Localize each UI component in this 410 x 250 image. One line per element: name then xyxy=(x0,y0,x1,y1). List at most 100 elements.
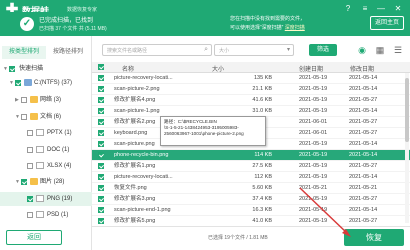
tree-item-label: 网络 (3) xyxy=(40,97,62,103)
file-type-tree: ▼ 快速扫描 ▼ C:(NTFS) (37) ▶ 网络 (3) ▼ 文档 (6)… xyxy=(0,62,92,222)
column-size[interactable]: 大小 xyxy=(212,64,224,73)
chevron-right-icon[interactable]: ▶ xyxy=(15,93,19,107)
tree-item-xlsx[interactable]: XLSX (4) xyxy=(0,159,92,173)
tree-checkbox[interactable] xyxy=(21,97,27,103)
tree-checkbox[interactable] xyxy=(27,196,33,202)
return-button[interactable]: 返回 xyxy=(6,230,62,245)
chevron-down-icon[interactable]: ▼ xyxy=(9,76,14,90)
folder-icon xyxy=(30,113,38,120)
grid-view-icon[interactable]: ▦ xyxy=(374,44,386,56)
created-date-cell: 2021-05-19 xyxy=(299,141,328,147)
tree-checkbox[interactable] xyxy=(27,130,33,136)
row-checkbox[interactable] xyxy=(98,152,104,158)
row-checkbox[interactable] xyxy=(98,196,104,202)
created-date-cell: 2021-05-19 xyxy=(299,108,328,114)
scrollbar-thumb[interactable] xyxy=(405,78,409,142)
deep-scan-tip-text: 可以使用选择“深度扫描” xyxy=(230,25,284,31)
tree-checkbox[interactable] xyxy=(21,114,27,120)
created-date-cell: 2021-06-01 xyxy=(299,130,328,136)
created-date-cell: 2021-05-19 xyxy=(299,174,328,180)
created-date-cell: 2021-05-19 xyxy=(299,75,328,81)
table-row[interactable]: scan-picture-2.png 21.1 KB 2021-05-19 2021-… xyxy=(92,84,410,95)
back-home-button[interactable]: 返回主页 xyxy=(370,16,404,30)
file-table-header: 名称 大小 创建日期 修改日期 xyxy=(92,62,410,73)
selection-info: 已选择 19个文件 / 1.81 MB xyxy=(208,235,268,241)
table-row[interactable]: scan-picture-end-1.png 16.3 KB 2021-05-19 2… xyxy=(92,205,410,216)
table-row[interactable]: 修改扩展名3.png 37.4 KB 2021-05-19 2021-05-27 xyxy=(92,194,410,205)
row-checkbox[interactable] xyxy=(98,130,104,136)
document-icon xyxy=(36,129,44,136)
table-row[interactable]: picture-recovery-locati... 135 KB 2021-05-… xyxy=(92,73,410,84)
table-row[interactable]: 恢复文件.png 5.60 KB 2021-05-21 2021-05-21 xyxy=(92,183,410,194)
tree-item-doc[interactable]: DOC (1) xyxy=(0,143,92,157)
app-window: ✚ 数据蛙 数据恢复专家 ? ≡ — ✕ ✓ 已完成扫描，已找到 已扫描 37 … xyxy=(0,0,410,250)
tree-item-label: 图片 (28) xyxy=(40,179,65,185)
tree-item-png[interactable]: PNG (19) xyxy=(0,192,92,206)
file-size-cell: 16.3 KB xyxy=(252,207,272,213)
row-checkbox[interactable] xyxy=(98,108,104,114)
row-checkbox[interactable] xyxy=(98,119,104,125)
tree-item-images[interactable]: ▼ 图片 (28) xyxy=(0,175,92,189)
deep-scan-tip: 您在扫描中没有找到需要的文件， xyxy=(230,16,306,22)
tree-checkbox[interactable] xyxy=(27,147,33,153)
tree-item-drive-c[interactable]: ▼ C:(NTFS) (37) xyxy=(0,76,92,90)
tree-item-psd[interactable]: PSD (1) xyxy=(0,208,92,222)
tree-item-documents[interactable]: ▼ 文档 (6) xyxy=(0,110,92,124)
list-view-icon[interactable]: ☰ xyxy=(392,44,404,56)
search-icon[interactable]: ⌕ xyxy=(204,46,208,54)
table-row[interactable]: phone-recycle-bin.png 114 KB 2021-05-19 202… xyxy=(92,150,410,161)
chevron-down-icon[interactable]: ▼ xyxy=(15,110,20,124)
tree-item-quick-scan[interactable]: ▼ 快速扫描 xyxy=(0,62,92,76)
row-checkbox[interactable] xyxy=(98,75,104,81)
row-checkbox[interactable] xyxy=(98,185,104,191)
deep-scan-link[interactable]: 深度扫描 xyxy=(285,25,305,31)
tree-checkbox[interactable] xyxy=(27,212,33,218)
search-input[interactable]: 搜索文件名或路径 ⌕ xyxy=(102,44,212,56)
row-checkbox[interactable] xyxy=(98,86,104,92)
column-modified[interactable]: 修改日期 xyxy=(350,64,374,73)
modified-date-cell: 2021-05-27 xyxy=(349,119,378,125)
select-all-checkbox[interactable] xyxy=(98,64,104,70)
modified-date-cell: 2021-05-27 xyxy=(349,97,378,103)
sort-select[interactable]: 大小 ▾ xyxy=(214,44,294,56)
table-row[interactable]: 修改扩展名4.png 41.6 KB 2021-05-19 2021-05-27 xyxy=(92,95,410,106)
file-name-cell: phone-recycle-bin.png xyxy=(114,152,169,158)
tree-item-web[interactable]: ▶ 网络 (3) xyxy=(0,93,92,107)
recover-button[interactable]: 恢复 xyxy=(344,229,404,246)
row-checkbox[interactable] xyxy=(98,97,104,103)
table-row[interactable]: 修改扩展名1.png 27.5 KB 2021-05-19 2021-05-27 xyxy=(92,161,410,172)
tree-checkbox[interactable] xyxy=(27,163,33,169)
row-checkbox[interactable] xyxy=(98,207,104,213)
deep-scan-tip-2: 可以使用选择“深度扫描” 深度扫描 xyxy=(230,24,305,31)
row-checkbox[interactable] xyxy=(98,141,104,147)
column-name[interactable]: 名称 xyxy=(122,64,134,73)
column-created[interactable]: 创建日期 xyxy=(299,64,323,73)
file-size-cell: 27.5 KB xyxy=(252,163,272,169)
chevron-down-icon[interactable]: ▼ xyxy=(15,175,20,189)
tree-item-label: DOC (1) xyxy=(47,147,70,153)
image-file-icon xyxy=(36,211,44,218)
row-checkbox[interactable] xyxy=(98,218,104,224)
file-size-cell: 37.4 KB xyxy=(252,196,272,202)
tree-item-pptx[interactable]: PPTX (1) xyxy=(0,126,92,140)
tree-checkbox[interactable] xyxy=(15,80,21,86)
row-checkbox[interactable] xyxy=(98,163,104,169)
modified-date-cell: 2021-05-21 xyxy=(349,185,378,191)
created-date-cell: 2021-05-19 xyxy=(299,207,328,213)
sort-placeholder: 大小 xyxy=(219,48,230,54)
tab-by-path[interactable]: 按路径排列 xyxy=(46,46,90,59)
created-date-cell: 2021-05-19 xyxy=(299,152,328,158)
filter-button[interactable]: 筛选 xyxy=(309,44,337,56)
document-icon xyxy=(36,146,44,153)
tree-checkbox[interactable] xyxy=(9,66,15,72)
row-checkbox[interactable] xyxy=(98,174,104,180)
preview-eye-icon[interactable]: ◉ xyxy=(356,44,368,56)
table-row[interactable]: picture-recovery-locati... 112 KB 2021-05-… xyxy=(92,172,410,183)
chevron-down-icon[interactable]: ▼ xyxy=(3,62,8,76)
tree-checkbox[interactable] xyxy=(21,179,27,185)
tooltip-path: \S-1-5-21-1438424953-3195005983-25600639… xyxy=(164,125,244,136)
file-size-cell: 114 KB xyxy=(254,152,272,158)
tab-by-type[interactable]: 按类型排列 xyxy=(2,46,46,59)
created-date-cell: 2021-06-01 xyxy=(299,119,328,125)
file-name-cell: picture-recovery-locati... xyxy=(114,174,173,180)
